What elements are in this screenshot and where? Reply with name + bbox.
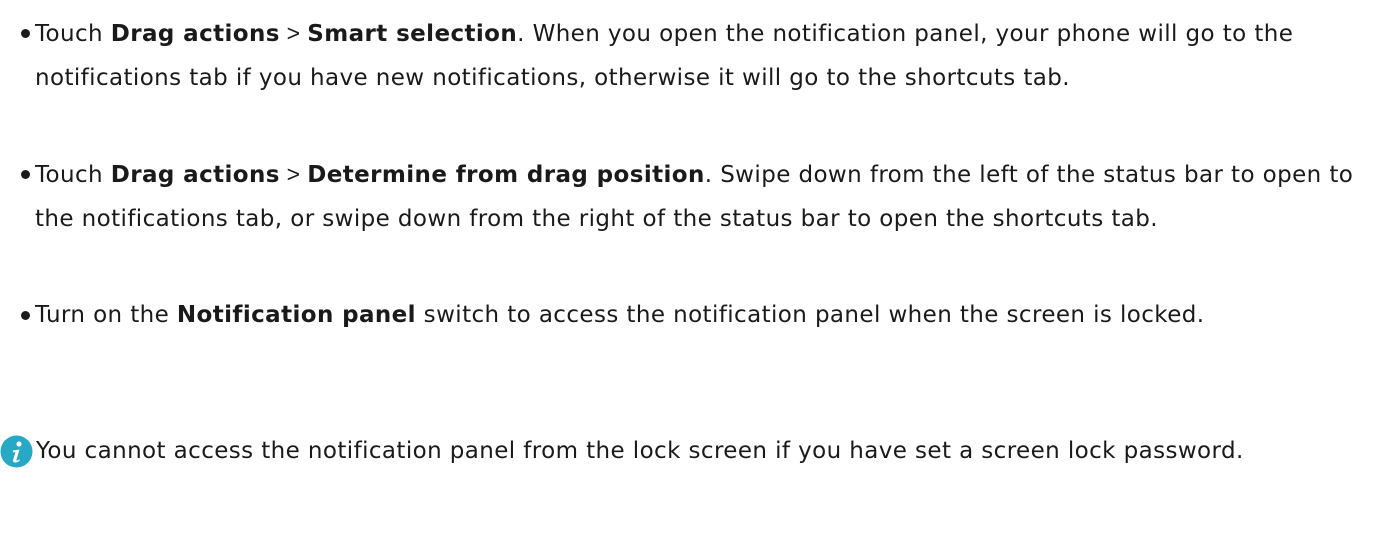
bullet-icon [21, 29, 30, 38]
bold-term: Notification panel [176, 302, 416, 328]
bold-term: Drag actions [110, 21, 280, 47]
bullet-item-notification-panel: Turn on the Notification panel switch to… [20, 293, 1365, 337]
bullet-text: Touch Drag actions > Smart selection. Wh… [35, 11, 1365, 100]
bullet-text: Touch Drag actions > Determine from drag… [35, 152, 1365, 241]
note-text: You cannot access the notification panel… [36, 438, 1244, 464]
bullet-icon [21, 170, 30, 179]
text-segment: switch to access the notification panel … [415, 302, 1205, 328]
bullet-icon [21, 311, 30, 320]
text-segment: Touch [35, 21, 111, 47]
separator: > [279, 161, 308, 187]
text-segment: Turn on the [35, 302, 177, 328]
bullet-text: Turn on the Notification panel switch to… [35, 293, 1365, 337]
info-icon [0, 435, 33, 468]
bold-term: Drag actions [110, 162, 280, 188]
info-note: You cannot access the notification panel… [0, 429, 1379, 473]
separator: > [279, 20, 308, 46]
text-segment: Touch [35, 162, 111, 188]
bullet-item-smart-selection: Touch Drag actions > Smart selection. Wh… [20, 11, 1365, 100]
document-page: Touch Drag actions > Smart selection. Wh… [0, 0, 1379, 535]
bold-term: Smart selection [307, 21, 518, 47]
bullet-item-drag-position: Touch Drag actions > Determine from drag… [20, 152, 1365, 241]
bold-term: Determine from drag position [307, 162, 705, 188]
